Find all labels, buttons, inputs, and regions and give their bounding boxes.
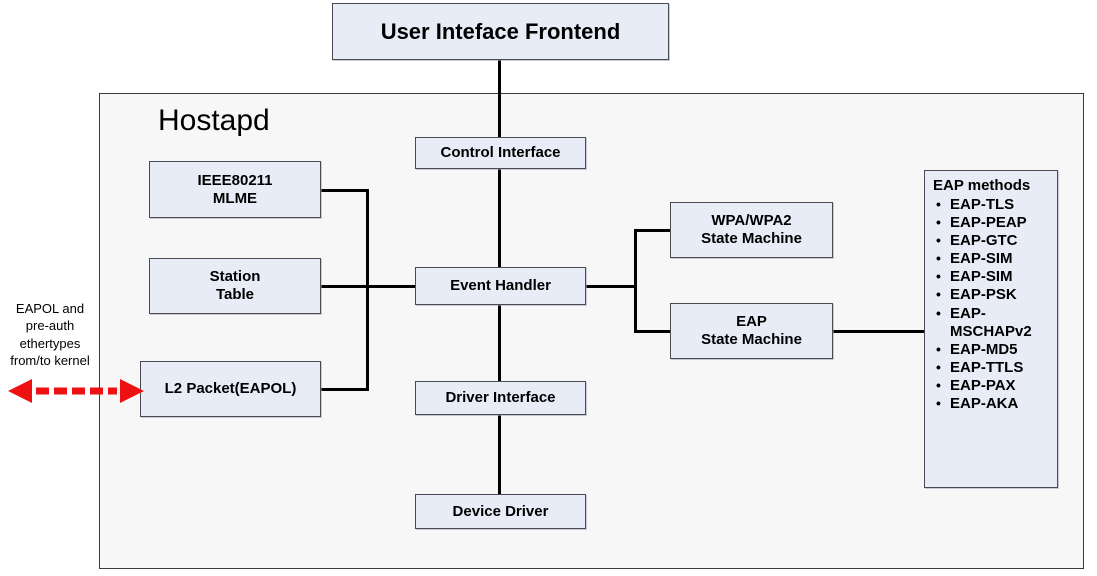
node-label: Station Table xyxy=(209,268,261,303)
eap-methods-header: EAP methods xyxy=(933,177,1031,194)
list-item: EAP-SIM xyxy=(936,250,1053,268)
external-note-line-4: from/to kernel xyxy=(10,352,90,368)
hostapd-label: Hostapd xyxy=(158,104,270,137)
node-eap-state-machine[interactable]: EAP State Machine xyxy=(670,303,833,359)
node-label: User Inteface Frontend xyxy=(380,18,621,44)
list-item: EAP-TLS xyxy=(936,196,1053,214)
node-control-interface[interactable]: Control Interface xyxy=(415,137,586,169)
panel-eap-methods[interactable]: EAP methods EAP-TLS EAP-PEAP EAP-GTC EAP… xyxy=(924,170,1058,488)
node-label: EAP State Machine xyxy=(701,313,802,348)
node-wpa-wpa2-state-machine[interactable]: WPA/WPA2 State Machine xyxy=(670,202,833,258)
connector-frontend-to-control-interface xyxy=(498,60,501,137)
connector-right-bus-to-wpa-state-machine xyxy=(634,229,673,232)
external-note-line-1: EAPOL and xyxy=(15,301,85,316)
list-item: EAP-SIM xyxy=(936,268,1053,286)
node-l2-packet-eapol[interactable]: L2 Packet(EAPOL) xyxy=(140,361,321,417)
connector-station-table-to-left-bus xyxy=(320,285,369,288)
list-item: EAP-AKA xyxy=(936,395,1053,413)
node-ieee80211-mlme[interactable]: IEEE80211 MLME xyxy=(149,161,321,218)
external-note: EAPOL and pre-auth ethertypes from/to ke… xyxy=(0,300,100,369)
diagram-canvas: User Inteface Frontend Hostapd IEEE80211… xyxy=(0,0,1097,576)
external-note-line-3: ethertypes xyxy=(19,335,81,351)
connector-right-bus-to-eap-state-machine xyxy=(634,330,673,333)
list-item: EAP-PAX xyxy=(936,377,1053,395)
list-item: EAP-PSK xyxy=(936,286,1053,304)
node-label: Control Interface xyxy=(440,144,561,162)
node-label: Device Driver xyxy=(452,502,549,520)
red-dashed-double-arrow-icon xyxy=(8,379,144,403)
connector-eap-state-machine-to-eap-methods xyxy=(831,330,926,333)
list-item: EAP-PEAP xyxy=(936,214,1053,232)
node-label: WPA/WPA2 State Machine xyxy=(701,212,802,247)
connector-event-handler-to-driver-interface xyxy=(498,305,501,385)
node-device-driver[interactable]: Device Driver xyxy=(415,494,586,529)
list-item: EAP-MD5 xyxy=(936,341,1053,359)
node-label: Event Handler xyxy=(450,277,551,295)
eap-methods-list: EAP-TLS EAP-PEAP EAP-GTC EAP-SIM EAP-SIM… xyxy=(933,196,1053,414)
node-station-table[interactable]: Station Table xyxy=(149,258,321,314)
node-event-handler[interactable]: Event Handler xyxy=(415,267,586,305)
connector-mlme-to-left-bus xyxy=(320,189,369,192)
node-driver-interface[interactable]: Driver Interface xyxy=(415,381,586,415)
connector-l2-packet-to-left-bus xyxy=(320,388,369,391)
node-label: Driver Interface xyxy=(445,389,556,407)
list-item: EAP-GTC xyxy=(936,232,1053,250)
external-note-line-2: pre-auth xyxy=(25,318,75,334)
node-user-interface-frontend[interactable]: User Inteface Frontend xyxy=(332,3,669,60)
connector-left-bus-to-event-handler xyxy=(366,285,418,288)
connector-right-bus-vertical xyxy=(634,229,637,333)
node-label: IEEE80211 MLME xyxy=(197,171,273,207)
list-item: EAP-MSCHAPv2 xyxy=(936,305,1053,341)
connector-event-handler-to-right-bus xyxy=(584,285,636,288)
connector-left-bus-vertical xyxy=(366,189,369,390)
list-item: EAP-TTLS xyxy=(936,359,1053,377)
node-label: L2 Packet(EAPOL) xyxy=(164,380,297,398)
